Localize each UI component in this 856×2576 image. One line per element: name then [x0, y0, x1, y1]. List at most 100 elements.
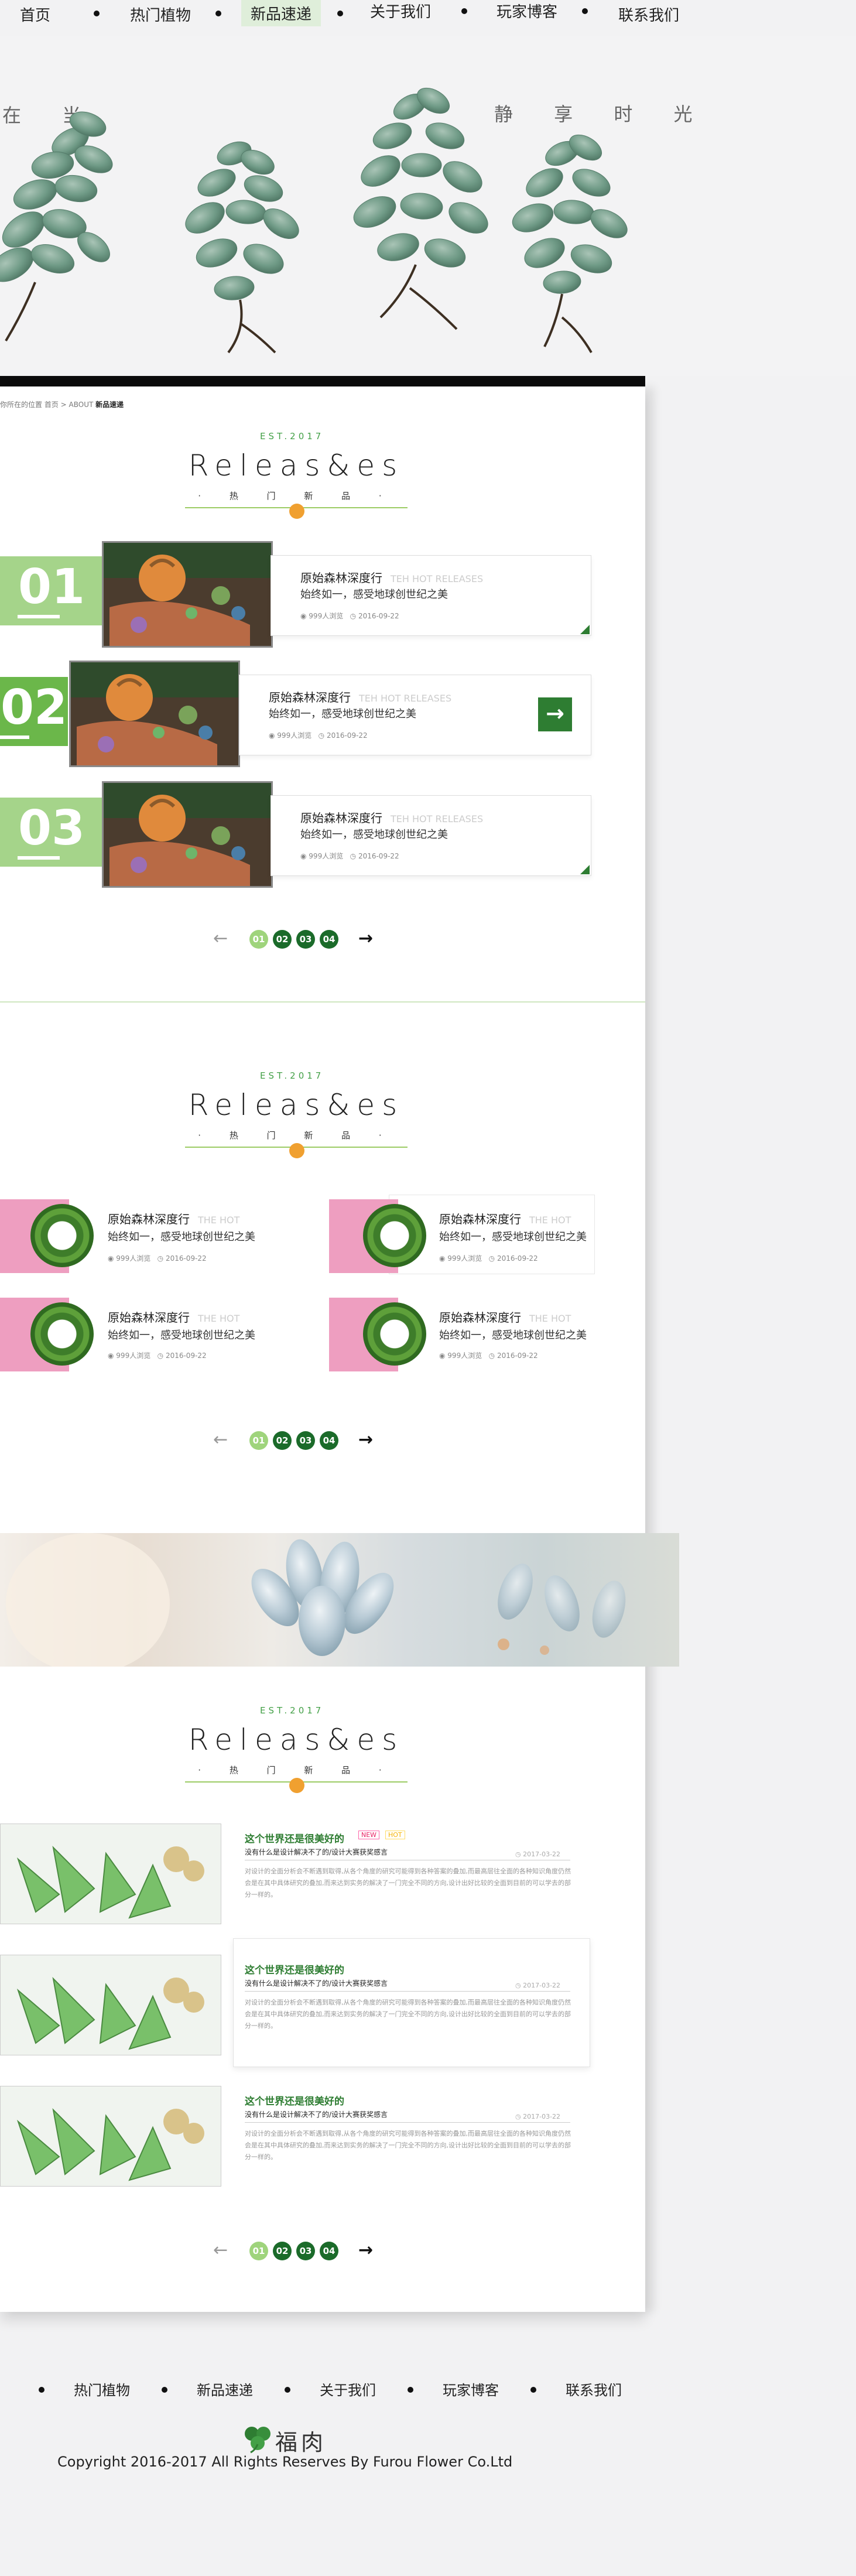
- pagination-page[interactable]: 01: [249, 2242, 268, 2260]
- logo-text: 福肉: [275, 2430, 327, 2455]
- list-item[interactable]: 原始森林深度行 TEH HOT RELEASES 始终如一，感受地球创世纪之美 ◉…: [239, 675, 591, 755]
- article-date: ◷ 2017-03-22: [515, 2113, 561, 2120]
- item-meta: ◉ 999人浏览 ◷ 2016-09-22: [108, 1254, 207, 1263]
- nav-separator-dot: [39, 2387, 44, 2393]
- list-item[interactable]: 原始森林深度行 TEH HOT RELEASES 始终如一，感受地球创世纪之美 ◉…: [271, 795, 591, 876]
- item-description: 始终如一，感受地球创世纪之美: [439, 1231, 587, 1243]
- section-title: Releas&es: [188, 449, 405, 483]
- pagination-prev-icon[interactable]: ←: [213, 2242, 228, 2259]
- item-description: 始终如一，感受地球创世纪之美: [300, 589, 448, 601]
- item-title: 原始森林深度行 TEH HOT RELEASES: [300, 571, 484, 585]
- item-image[interactable]: [102, 541, 273, 648]
- wreath-image: [363, 1302, 426, 1366]
- nav-separator-dot: [530, 2387, 536, 2393]
- breadcrumb-prefix[interactable]: 你所在的位置 首页: [0, 401, 59, 409]
- section-title: Releas&es: [188, 1088, 405, 1122]
- pagination-prev-icon[interactable]: ←: [213, 930, 228, 947]
- pagination-page[interactable]: 02: [273, 2242, 292, 2260]
- item-meta: ◉ 999人浏览 ◷ 2016-09-22: [108, 1352, 207, 1360]
- pagination-next-icon[interactable]: →: [358, 1431, 373, 1449]
- arrow-right-icon[interactable]: →: [538, 697, 572, 731]
- blurred-succulent-image: [6, 1533, 626, 1667]
- nav-separator-dot: [408, 2387, 413, 2393]
- article-divider: [245, 2122, 570, 2123]
- clover-logo-icon: [245, 2427, 271, 2454]
- footer-link-contact[interactable]: 联系我们: [566, 2379, 622, 2399]
- section-header-1: EST.2017 Releas&es · 热 门 新 品 ·: [185, 431, 408, 519]
- footer-link-new-arrivals[interactable]: 新品速递: [197, 2379, 253, 2399]
- article-summary: 对设计的全面分析会不断遇到取得,从各个角度的研究可能得到各种答案的叠加,而最高层…: [245, 1999, 571, 2030]
- breadcrumb-about[interactable]: ABOUT: [69, 401, 94, 409]
- pagination-next-icon[interactable]: →: [358, 930, 373, 947]
- section-subtitle: · 热 门 新 品 ·: [198, 491, 395, 501]
- pagination-next-icon[interactable]: →: [358, 2242, 373, 2259]
- article-subtitle: 没有什么是设计解决不了的/设计大赛获奖感言: [245, 1848, 388, 1856]
- breadcrumb-current: 新品速递: [95, 401, 124, 409]
- nav-item-new-arrivals[interactable]: 新品速递: [241, 0, 321, 26]
- est-label: EST.2017: [260, 431, 324, 442]
- section-header-3: EST.2017 Releas&es · 热 门 新 品 ·: [185, 1705, 408, 1793]
- succulent-banner-image: [0, 1533, 679, 1667]
- corner-accent-icon: [580, 865, 590, 874]
- section-subtitle: · 热 门 新 品 ·: [198, 1765, 395, 1776]
- nav-item-contact[interactable]: 联系我们: [618, 4, 679, 25]
- item-image[interactable]: [69, 661, 240, 767]
- pagination-page[interactable]: 01: [249, 1431, 268, 1450]
- new-badge: NEW: [358, 1831, 380, 1839]
- nav-item-hot-plants[interactable]: 热门植物: [130, 4, 191, 25]
- footer-link-about[interactable]: 关于我们: [320, 2379, 376, 2399]
- nav-separator-dot: [285, 2387, 290, 2393]
- nav-separator-dot: [162, 2387, 167, 2393]
- pagination-page[interactable]: 03: [296, 1431, 315, 1450]
- wreath-image: [30, 1204, 94, 1267]
- pot-plant-image: [71, 662, 238, 765]
- item-description: 始终如一，感受地球创世纪之美: [300, 829, 448, 841]
- badge-underline: [18, 856, 60, 860]
- item-description: 始终如一，感受地球创世纪之美: [108, 1231, 255, 1243]
- green-succulent-image: [1, 1824, 221, 1924]
- item-title: 原始森林深度行 THE HOT: [439, 1212, 571, 1226]
- wreath-image: [30, 1302, 94, 1366]
- section-header-2: EST.2017 Releas&es · 热 门 新 品 ·: [185, 1070, 408, 1158]
- item-meta: ◉ 999人浏览 ◷ 2016-09-22: [439, 1254, 538, 1263]
- article-subtitle: 没有什么是设计解决不了的/设计大赛获奖感言: [245, 1979, 388, 1987]
- pagination-page[interactable]: 04: [320, 930, 338, 949]
- pagination-page[interactable]: 04: [320, 2242, 338, 2260]
- list-item[interactable]: 原始森林深度行 TEH HOT RELEASES 始终如一，感受地球创世纪之美 ◉…: [271, 555, 591, 636]
- pagination-page[interactable]: 02: [273, 1431, 292, 1450]
- wreath-image: [363, 1204, 426, 1267]
- section-subtitle: · 热 门 新 品 ·: [198, 1130, 395, 1141]
- section-dot-icon: [289, 504, 304, 519]
- nav-separator-dot: [337, 11, 343, 16]
- item-description: 始终如一，感受地球创世纪之美: [269, 708, 416, 720]
- pagination-prev-icon[interactable]: ←: [213, 1431, 228, 1449]
- pagination-page[interactable]: 03: [296, 930, 315, 949]
- pagination-page[interactable]: 02: [273, 930, 292, 949]
- article-date: ◷ 2017-03-22: [515, 1982, 561, 1989]
- article-title: 这个世界还是很美好的: [245, 2096, 344, 2108]
- nav-item-blog[interactable]: 玩家博客: [497, 0, 557, 22]
- section-dot-icon: [289, 1143, 304, 1158]
- pagination-page[interactable]: 03: [296, 2242, 315, 2260]
- section-dot-icon: [289, 1778, 304, 1793]
- footer-link-hot-plants[interactable]: 热门植物: [74, 2379, 130, 2399]
- pagination-page[interactable]: 04: [320, 1431, 338, 1450]
- item-title: 原始森林深度行 TEH HOT RELEASES: [300, 811, 484, 825]
- article-summary: 对设计的全面分析会不断遇到取得,从各个角度的研究可能得到各种答案的叠加,而最高层…: [245, 1867, 571, 1898]
- est-label: EST.2017: [260, 1070, 324, 1081]
- pagination-page[interactable]: 01: [249, 930, 268, 949]
- item-meta: ◉ 999人浏览 ◷ 2016-09-22: [300, 852, 399, 860]
- hero-bottom-bar: [0, 376, 645, 386]
- section-divider-line: [0, 1001, 645, 1003]
- nav-item-home[interactable]: 首页: [20, 4, 50, 25]
- item-title: 原始森林深度行 THE HOT: [108, 1212, 240, 1226]
- article-divider: [245, 1991, 570, 1992]
- est-label: EST.2017: [260, 1705, 324, 1716]
- article-title: 这个世界还是很美好的: [245, 1833, 344, 1845]
- nav-separator-dot: [461, 8, 467, 14]
- footer-link-blog[interactable]: 玩家博客: [443, 2379, 499, 2399]
- pot-plant-image: [104, 543, 271, 646]
- nav-item-about[interactable]: 关于我们: [370, 0, 431, 22]
- item-image[interactable]: [102, 781, 273, 888]
- article-image: [0, 1955, 221, 2055]
